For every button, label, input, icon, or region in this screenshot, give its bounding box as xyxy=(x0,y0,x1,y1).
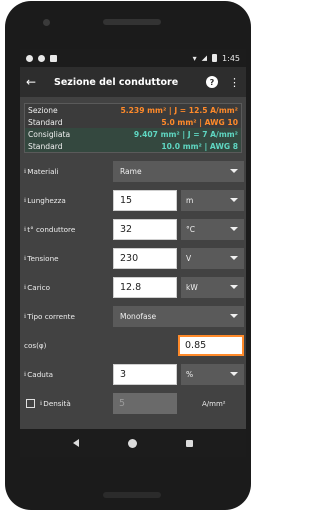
cos-phi-input[interactable]: 0.85 xyxy=(178,335,244,356)
info-icon[interactable]: ℹ xyxy=(24,284,26,291)
system-nav-bar xyxy=(20,429,246,457)
row-materiali: ℹ Materiali Rame xyxy=(20,157,246,186)
sd-card-icon xyxy=(50,54,57,62)
field-label: ℹ Materiali xyxy=(24,167,59,176)
row-densita: ℹ Densità 5 A/mm² xyxy=(20,389,246,418)
result-label: Standard xyxy=(28,117,63,127)
carico-input[interactable]: 12.8 xyxy=(113,277,177,298)
caduta-input[interactable]: 3 xyxy=(113,364,177,385)
info-icon[interactable]: ℹ xyxy=(24,226,26,233)
tensione-input[interactable]: 230 xyxy=(113,248,177,269)
carico-unit-select[interactable]: kW xyxy=(181,277,244,298)
status-bar: ▾ ◢ 1:45 xyxy=(20,49,246,67)
field-label: ℹ Caduta xyxy=(24,370,54,379)
clock: 1:45 xyxy=(222,53,240,63)
row-temperatura: ℹ t° conduttore 32 °C xyxy=(20,215,246,244)
densita-checkbox[interactable] xyxy=(26,399,35,408)
result-label: Consigliata xyxy=(28,129,71,139)
results-panel: Sezione 5.239 mm² | J = 12.5 A/mm² Stand… xyxy=(24,103,242,153)
row-caduta: ℹ Caduta 3 % xyxy=(20,360,246,389)
row-lunghezza: ℹ Lunghezza 15 m xyxy=(20,186,246,215)
field-label: ℹ Densità xyxy=(24,399,71,408)
field-label: ℹ t° conduttore xyxy=(24,225,76,234)
densita-unit-label: A/mm² xyxy=(202,399,226,408)
temperatura-unit-select[interactable]: °C xyxy=(181,219,244,240)
info-icon[interactable]: ℹ xyxy=(24,313,26,320)
input-form: ℹ Materiali Rame ℹ Lunghezza 15 m ℹ t° c… xyxy=(20,157,246,418)
settings-icon xyxy=(26,54,33,62)
screen: ▾ ◢ 1:45 ← Sezione del conduttore ? ⋮ Se… xyxy=(20,49,246,457)
nav-home-icon[interactable] xyxy=(127,438,137,448)
dropdown-arrow-icon xyxy=(230,198,238,202)
row-tensione: ℹ Tensione 230 V xyxy=(20,244,246,273)
front-camera xyxy=(43,19,50,26)
help-icon[interactable]: ? xyxy=(206,76,218,88)
dropdown-arrow-icon xyxy=(230,169,238,173)
back-arrow-icon[interactable]: ← xyxy=(26,75,46,89)
signal-icon: ◢ xyxy=(201,54,208,62)
result-value: 10.0 mm² | AWG 8 xyxy=(161,141,238,151)
page-title: Sezione del conduttore xyxy=(54,76,179,88)
info-icon[interactable]: ℹ xyxy=(40,400,42,407)
result-value: 5.239 mm² | J = 12.5 A/mm² xyxy=(120,105,238,115)
dropdown-arrow-icon xyxy=(230,314,238,318)
info-icon[interactable]: ℹ xyxy=(24,371,26,378)
row-tipo-corrente: ℹ Tipo corrente Monofase xyxy=(20,302,246,331)
dropdown-arrow-icon xyxy=(230,256,238,260)
result-value: 9.407 mm² | J = 7 A/mm² xyxy=(133,129,238,139)
dropdown-arrow-icon xyxy=(230,285,238,289)
temperatura-input[interactable]: 32 xyxy=(113,219,177,240)
densita-input: 5 xyxy=(113,393,177,414)
info-icon[interactable]: ℹ xyxy=(24,255,26,262)
lunghezza-unit-select[interactable]: m xyxy=(181,190,244,211)
earpiece-speaker xyxy=(103,19,161,25)
info-icon[interactable]: ℹ xyxy=(24,197,26,204)
row-carico: ℹ Carico 12.8 kW xyxy=(20,273,246,302)
result-label: Standard xyxy=(28,141,63,151)
bottom-speaker xyxy=(103,492,161,498)
field-label: ℹ Carico xyxy=(24,283,51,292)
lunghezza-input[interactable]: 15 xyxy=(113,190,177,211)
notification-icon xyxy=(38,54,45,62)
overflow-menu-icon[interactable]: ⋮ xyxy=(226,76,240,89)
field-label: cos(φ) xyxy=(24,341,47,350)
dropdown-arrow-icon xyxy=(230,372,238,376)
result-label: Sezione xyxy=(28,105,58,115)
field-label: ℹ Lunghezza xyxy=(24,196,66,205)
field-label: ℹ Tensione xyxy=(24,254,59,263)
app-bar: ← Sezione del conduttore ? ⋮ xyxy=(20,67,246,97)
row-cos-phi: cos(φ) 0.85 xyxy=(20,331,246,360)
tipo-corrente-select[interactable]: Monofase xyxy=(113,306,244,327)
battery-icon xyxy=(212,54,218,62)
result-row-standard: Standard 5.0 mm² | AWG 10 xyxy=(25,116,241,128)
result-row-standard-consigliata: Standard 10.0 mm² | AWG 8 xyxy=(25,140,241,152)
result-value: 5.0 mm² | AWG 10 xyxy=(161,117,238,127)
field-label: ℹ Tipo corrente xyxy=(24,312,75,321)
caduta-unit-select[interactable]: % xyxy=(181,364,244,385)
nav-back-icon[interactable] xyxy=(72,439,79,447)
wifi-icon: ▾ xyxy=(192,53,197,63)
nav-recents-icon[interactable] xyxy=(186,439,194,447)
materiali-select[interactable]: Rame xyxy=(113,161,244,182)
dropdown-arrow-icon xyxy=(230,227,238,231)
result-row-sezione: Sezione 5.239 mm² | J = 12.5 A/mm² xyxy=(25,104,241,116)
phone-frame: ▾ ◢ 1:45 ← Sezione del conduttore ? ⋮ Se… xyxy=(5,1,251,510)
tensione-unit-select[interactable]: V xyxy=(181,248,244,269)
info-icon[interactable]: ℹ xyxy=(24,168,26,175)
result-row-consigliata: Consigliata 9.407 mm² | J = 7 A/mm² xyxy=(25,128,241,140)
